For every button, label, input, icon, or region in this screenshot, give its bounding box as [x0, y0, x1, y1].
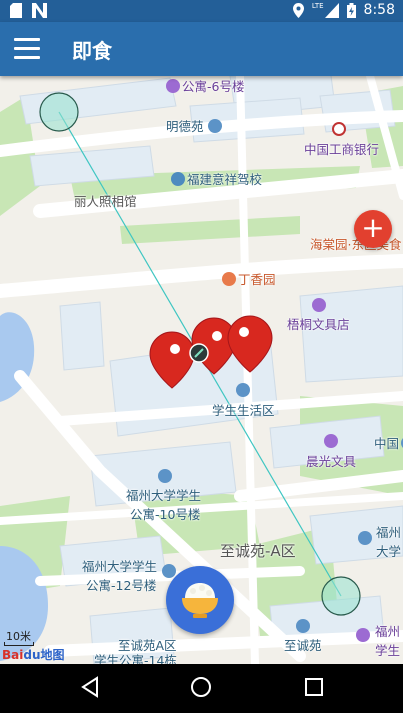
building-icon [358, 531, 374, 546]
back-triangle-icon[interactable] [80, 676, 100, 698]
hamburger-menu-icon[interactable] [14, 38, 40, 60]
building-icon [207, 119, 222, 133]
map-label-text: 丁香园 [238, 272, 276, 287]
route-start-circle [39, 92, 79, 132]
map-label-apt6[interactable]: 公寓-6号楼 [166, 76, 244, 95]
network-label: LTE [311, 1, 324, 10]
map-label-fuzhou-bottom-right[interactable]: 福州 学生 [375, 621, 400, 659]
recents-square-icon[interactable] [304, 676, 324, 698]
baidu-map-logo: Baidu地图 [2, 648, 65, 662]
map-label-text: 至诚苑-A区 [220, 542, 296, 560]
map-label-text: 至诚苑 [284, 638, 322, 653]
battery-charging-icon [346, 2, 356, 18]
app-title: 即食 [72, 39, 112, 63]
rice-bowl-button[interactable] [166, 566, 234, 634]
map-label-text: 学生生活区 [212, 403, 275, 418]
driving-school-icon [171, 172, 185, 186]
map-label-text: 晨光文具 [306, 454, 357, 469]
map-label-text: 学生 [375, 643, 401, 658]
map-label-icbc[interactable]: 中国工商银行 [304, 139, 379, 158]
shop-icon [312, 298, 328, 313]
map-label-text: 梧桐文具店 [287, 317, 350, 332]
map-label-text: 大学 [376, 544, 402, 559]
bank-icon [332, 122, 348, 137]
home-circle-icon[interactable] [190, 676, 212, 698]
map-label-apt12[interactable]: 福州大学学生 公寓-12号楼 [82, 556, 157, 594]
map-label-text: 福建意祥驾校 [187, 172, 263, 187]
map-label-text: 丽人照相馆 [74, 194, 137, 209]
building-icon [236, 383, 252, 398]
map-label-text: 公寓-10号楼 [130, 507, 201, 522]
map-label-text: 中国 [374, 436, 400, 451]
map-label-text: 公寓-12号楼 [86, 578, 157, 593]
status-bar: LTE 8:58 [0, 0, 403, 22]
restaurant-icon [222, 272, 236, 286]
map-label-mingde[interactable]: 明德苑 [166, 116, 224, 135]
map-label-apt14[interactable]: 学生公寓-14栋 [94, 650, 177, 664]
building-icon [166, 79, 180, 93]
rice-bowl-icon [182, 583, 218, 618]
no-signal-icon [32, 3, 47, 18]
sd-card-icon [10, 3, 22, 18]
map-label-zhicheng-a[interactable]: 至诚苑-A区 [220, 540, 296, 561]
system-nav-bar [0, 664, 403, 713]
map-label-student-center[interactable]: 学生生活区 [212, 400, 275, 419]
route-end-circle [321, 576, 361, 616]
shop-icon [324, 434, 340, 449]
status-time: 8:58 [363, 2, 395, 18]
add-button[interactable]: + [354, 210, 392, 248]
map-label-fuzhou-right[interactable]: 福州 大学 [376, 522, 401, 560]
map-label-text: 中国工商银行 [304, 142, 380, 157]
app-bar: 即食 [0, 22, 403, 76]
map-label-zhicheng[interactable]: 至诚苑 [284, 635, 322, 654]
map-label-zhongguo[interactable]: 中国 [374, 433, 403, 452]
map-label-driving-school[interactable]: 福建意祥驾校 [171, 169, 262, 188]
map-label-text: 福州大学学生 [82, 559, 158, 574]
map-label-dingxiang[interactable]: 丁香园 [222, 269, 276, 288]
map-label-text: 明德苑 [166, 119, 204, 134]
map-label-apt10[interactable]: 福州大学学生 公寓-10号楼 [126, 485, 201, 523]
building-icon [296, 619, 312, 634]
map-label-text: 福州 [376, 525, 402, 540]
map-label-photo-studio[interactable]: 丽人照相馆 [74, 191, 137, 210]
map-label-text: 公寓-6号楼 [182, 79, 245, 94]
map-label-text: 福州大学学生 [126, 488, 202, 503]
building-icon [356, 628, 372, 643]
map-label-chenguang[interactable]: 晨光文具 [306, 451, 356, 470]
building-icon [158, 469, 174, 484]
location-pin-icon [292, 2, 304, 18]
map-label-text: 学生公寓-14栋 [94, 653, 177, 664]
map-label-wutong[interactable]: 梧桐文具店 [287, 314, 350, 333]
signal-lte-icon: LTE [311, 1, 339, 18]
map-label-text: 福州 [375, 624, 401, 639]
